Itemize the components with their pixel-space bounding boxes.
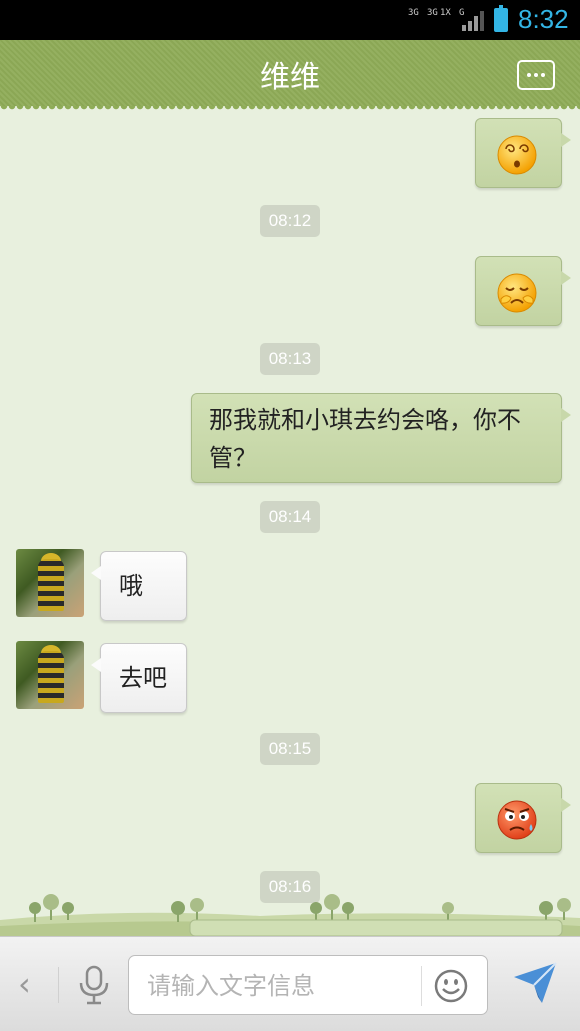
status-bar: 3G 3G 1X G 8:32 xyxy=(0,0,580,40)
smiley-icon[interactable] xyxy=(434,969,468,1003)
status-clock: 8:32 xyxy=(518,4,569,34)
network-1x-label: 1X xyxy=(440,8,451,18)
chevron-left-icon[interactable]: ‹ xyxy=(18,965,31,1003)
timestamp: 08:12 xyxy=(260,205,320,237)
outgoing-text-message[interactable]: 那我就和小琪去约会咯，你不管？ xyxy=(191,393,571,483)
message-text: 哦 xyxy=(119,572,143,600)
message-text: 去吧 xyxy=(119,664,167,692)
timestamp: 08:14 xyxy=(260,501,320,533)
timestamp: 08:15 xyxy=(260,733,320,765)
chat-title: 维维 xyxy=(260,60,320,95)
outgoing-sticker-message[interactable] xyxy=(475,118,571,188)
embarrassed-face-emoji xyxy=(497,273,537,313)
contact-avatar[interactable] xyxy=(16,549,84,617)
signal-icon xyxy=(462,11,484,31)
title-bar: 维维 xyxy=(0,40,580,112)
outgoing-sticker-message[interactable] xyxy=(475,256,571,326)
divider xyxy=(421,966,422,1006)
timestamp: 08:13 xyxy=(260,343,320,375)
message-input-box[interactable] xyxy=(128,955,488,1015)
sweating-angry-face-emoji xyxy=(497,800,537,840)
send-icon[interactable] xyxy=(512,959,558,1005)
microphone-icon[interactable] xyxy=(76,965,112,1005)
network-3g-label: 3G xyxy=(427,8,438,18)
incoming-text-message[interactable]: 去吧 xyxy=(91,643,187,713)
network-3g-label: 3G xyxy=(408,8,419,18)
message-list[interactable]: 08:12 08:13 那我就和小琪去约会咯，你不管？ 08:14 哦 去吧 0… xyxy=(0,106,580,936)
contact-avatar[interactable] xyxy=(16,641,84,709)
divider xyxy=(58,967,59,1003)
more-options-button[interactable] xyxy=(517,60,555,90)
incoming-text-message[interactable]: 哦 xyxy=(91,551,187,621)
outgoing-sticker-message[interactable] xyxy=(475,783,571,853)
battery-icon xyxy=(494,5,508,32)
dizzy-face-emoji xyxy=(497,135,537,175)
message-text: 那我就和小琪去约会咯，你不管？ xyxy=(209,406,521,472)
input-bar: ‹ xyxy=(0,936,580,1031)
message-input[interactable] xyxy=(147,970,417,1002)
landscape-decoration xyxy=(0,894,580,936)
